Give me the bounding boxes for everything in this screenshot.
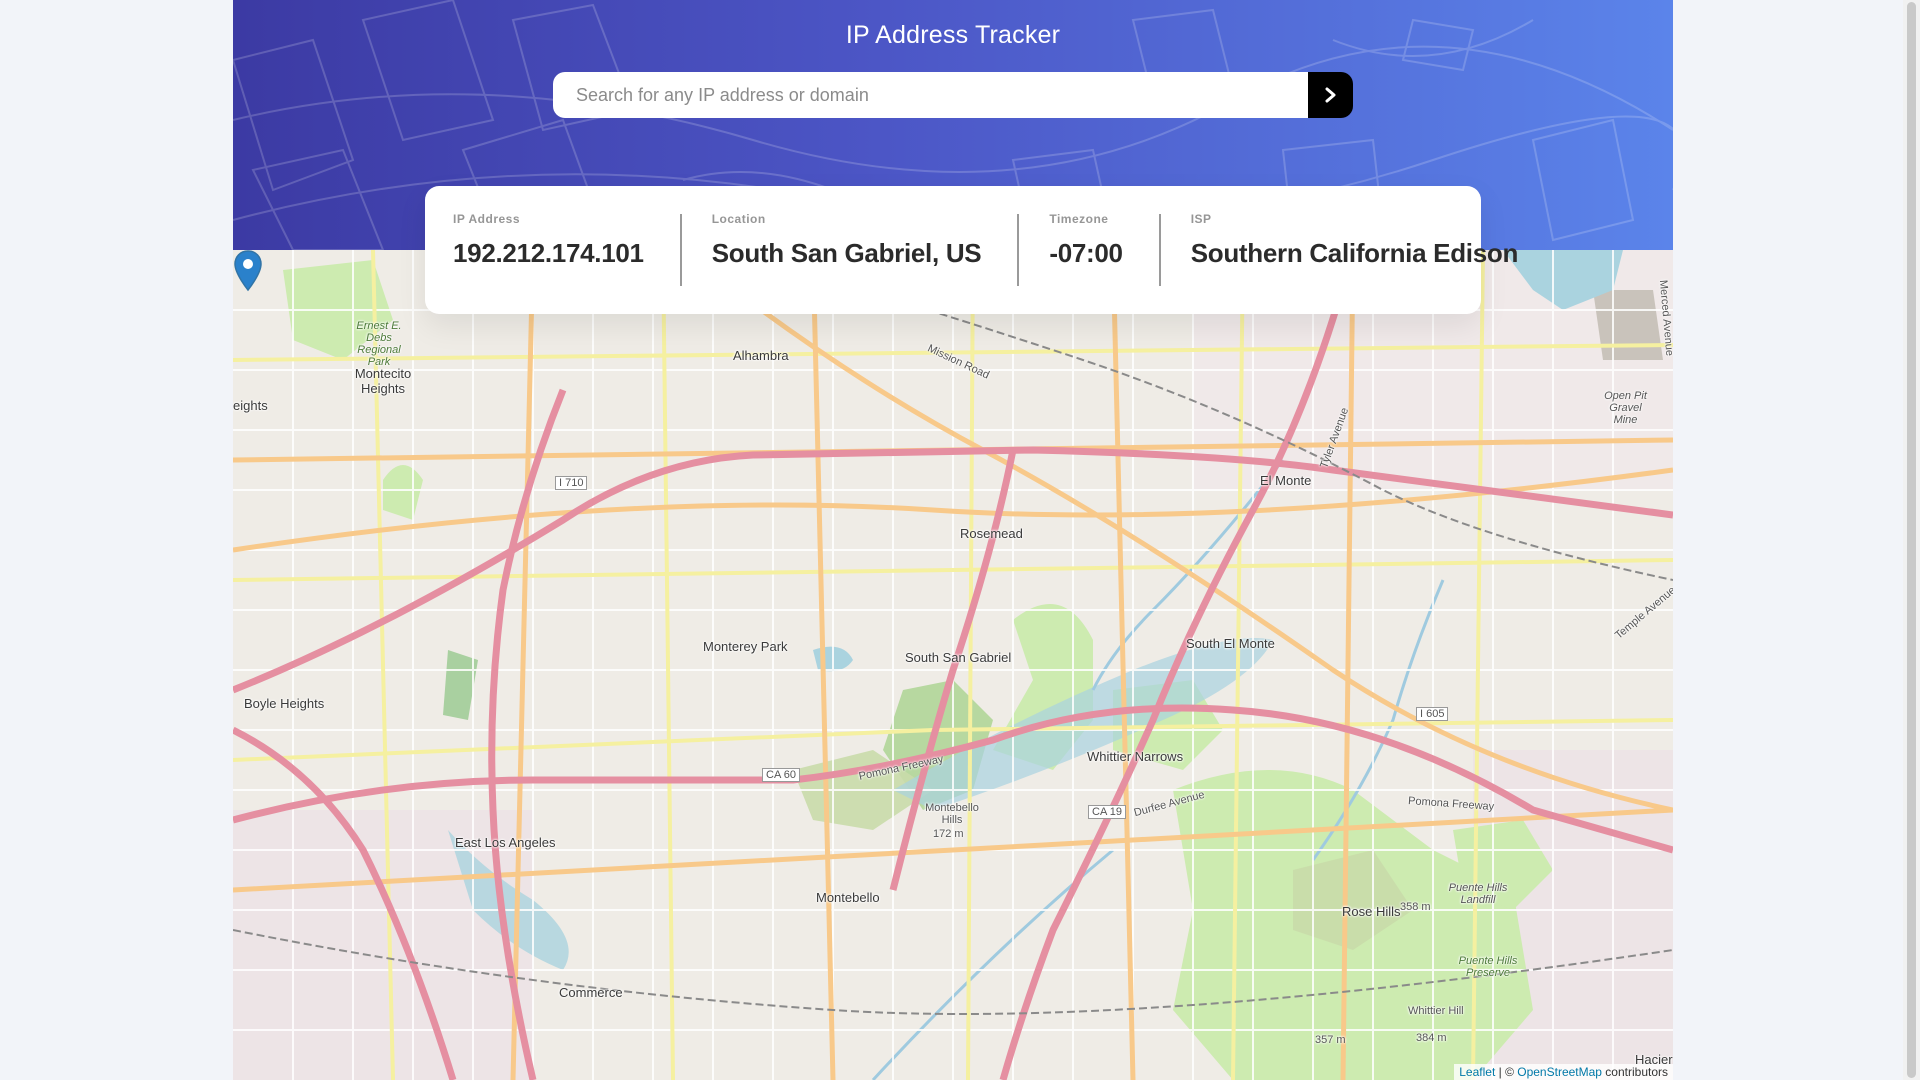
scrollbar-thumb[interactable] <box>1907 2 1916 1078</box>
map-label-commerce: Commerce <box>559 985 623 1000</box>
app-container: IP Address Tracker IP Address 192.212.17… <box>233 0 1673 1080</box>
map-label-384m: 384 m <box>1416 1032 1447 1044</box>
search-button[interactable] <box>1308 72 1353 118</box>
map-label-south-san-gabriel: South San Gabriel <box>905 650 1012 665</box>
map-label-172m: 172 m <box>933 828 964 840</box>
map-label-east-los-angeles: East Los Angeles <box>455 835 556 850</box>
timezone-cell: Timezone -07:00 <box>1017 212 1158 288</box>
info-card: IP Address 192.212.174.101 Location Sout… <box>425 186 1518 314</box>
map-label-south-el-monte: South El Monte <box>1186 636 1275 651</box>
road-label-ca19: CA 19 <box>1088 805 1126 819</box>
ip-address-label: IP Address <box>453 212 521 226</box>
isp-value: Southern California Edison <box>1190 238 1519 268</box>
map[interactable]: San Gabriel Alhambra Rosemead El Monte M… <box>233 250 1673 1080</box>
ip-address-cell: IP Address 192.212.174.101 <box>453 212 680 288</box>
page-title: IP Address Tracker <box>845 21 1061 49</box>
chevron-right-icon <box>1325 87 1335 103</box>
road-label-i605: I 605 <box>1416 707 1449 721</box>
road-label-ca60: CA 60 <box>762 768 800 782</box>
timezone-value: -07:00 <box>1049 238 1123 268</box>
map-label-montebello: Montebello <box>816 890 880 905</box>
attribution-suffix: contributors <box>1601 1065 1668 1079</box>
ip-address-value: 192.212.174.101 <box>453 238 644 268</box>
timezone-label: Timezone <box>1049 212 1109 226</box>
openstreetmap-link[interactable]: OpenStreetMap <box>1517 1065 1602 1079</box>
map-attribution: Leaflet | © OpenStreetMap contributors <box>1454 1064 1673 1080</box>
attribution-separator: | © <box>1495 1065 1518 1079</box>
leaflet-link[interactable]: Leaflet <box>1459 1065 1495 1079</box>
map-label-el-monte: El Monte <box>1260 473 1312 488</box>
map-label-gravel-mine: Open Pit Gravel Mine <box>1604 390 1647 426</box>
map-label-358m: 358 m <box>1400 901 1431 913</box>
map-label-alhambra: Alhambra <box>733 348 789 363</box>
map-label-boyle-heights: Boyle Heights <box>244 696 325 711</box>
search-input[interactable] <box>553 72 1308 118</box>
map-label-eights: eights <box>233 398 268 413</box>
map-label-whittier-narrows: Whittier Narrows <box>1087 749 1184 764</box>
map-label-debs-park: Ernest E. Debs Regional Park <box>356 320 402 368</box>
location-cell: Location South San Gabriel, US <box>679 212 1018 288</box>
map-label-357m: 357 m <box>1315 1034 1346 1046</box>
map-label-rose-hills: Rose Hills <box>1342 904 1401 919</box>
map-label-monterey-park: Monterey Park <box>703 639 788 654</box>
location-label: Location <box>711 212 766 226</box>
isp-label: ISP <box>1190 212 1212 226</box>
map-pin-icon[interactable] <box>233 250 263 292</box>
map-label-montebello-hills: Montebello Hills <box>925 802 979 826</box>
map-label-puente-landfill: Puente Hills Landfill <box>1448 882 1508 906</box>
map-label-whittier-hill: Whittier Hill <box>1408 1005 1464 1017</box>
map-label-montecito-heights: Montecito Heights <box>354 366 412 396</box>
map-label-puente-preserve: Puente Hills Preserve <box>1458 955 1518 979</box>
location-value: South San Gabriel, US <box>711 238 982 268</box>
page-scrollbar[interactable] <box>1903 0 1920 1080</box>
search-form <box>553 72 1353 118</box>
isp-cell: ISP Southern California Edison <box>1158 212 1554 288</box>
road-label-i710: I 710 <box>555 476 588 490</box>
map-label-rosemead: Rosemead <box>960 526 1023 541</box>
